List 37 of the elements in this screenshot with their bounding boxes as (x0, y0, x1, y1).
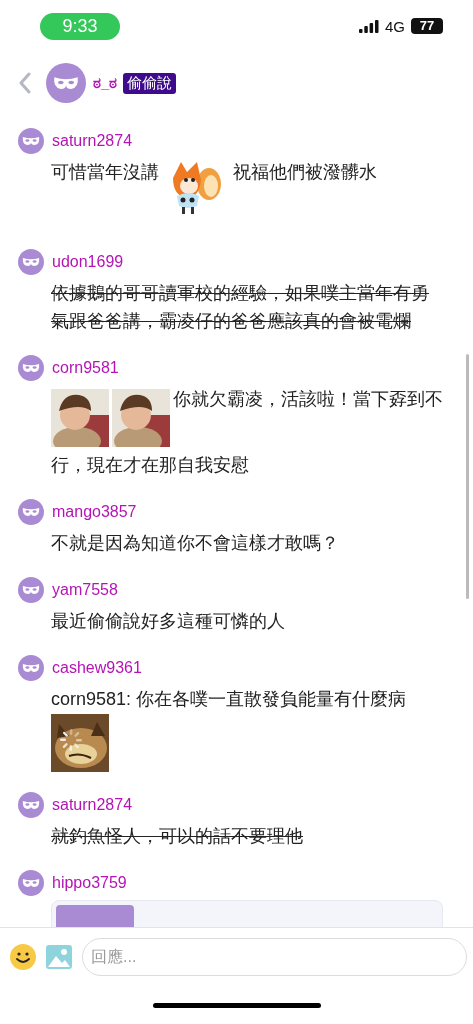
message-text: corn9581: 你在各噗一直散發負能量有什麼病 (51, 689, 407, 709)
message-text: 可惜當年沒講 (51, 162, 159, 182)
back-icon[interactable] (18, 72, 32, 94)
message-text: 最近偷偷說好多這種可憐的人 (51, 611, 285, 631)
username[interactable]: mango3857 (52, 503, 137, 521)
message-text: 不就是因為知道你不會這樣才敢嗎？ (51, 533, 339, 553)
message-text: 行，現在才在那自我安慰 (51, 454, 250, 477)
image-icon[interactable] (46, 945, 72, 969)
username[interactable]: saturn2874 (52, 132, 133, 150)
status-time: 9:33 (40, 12, 120, 40)
battery-level: 77 (411, 18, 443, 34)
loading-spinner-icon (59, 728, 83, 752)
message-text: 就釣魚怪人，可以的話不要理他 (51, 826, 303, 846)
mask-icon (53, 75, 79, 91)
message-text: 依據鵝的哥哥讀軍校的經驗，如果噗主當年有勇氣跟爸爸講，霸凌仔的爸爸應該真的會被電爛 (51, 283, 429, 331)
username[interactable]: cashew9361 (52, 659, 142, 677)
username[interactable]: saturn2874 (52, 796, 133, 814)
mask-icon (22, 663, 40, 673)
poster-name: ಠ_ಠ (93, 74, 118, 92)
username[interactable]: yam7558 (52, 581, 118, 599)
mask-icon (22, 363, 40, 373)
message-text: 你就欠霸凌，活該啦！當下孬到不 (173, 388, 443, 411)
mask-icon (22, 800, 40, 810)
mask-icon (22, 507, 40, 517)
username[interactable]: hippo3759 (52, 874, 127, 892)
mask-icon (22, 878, 40, 888)
message-text: 祝福他們被潑髒水 (233, 162, 377, 182)
anonymous-badge: 偷偷說 (123, 72, 177, 94)
mask-icon (22, 136, 40, 146)
network-label: 4G (385, 17, 405, 35)
signal-icon (359, 19, 379, 33)
emoji-icon[interactable] (10, 944, 36, 970)
reply-input-field[interactable]: 回應... (82, 938, 467, 976)
username[interactable]: corn9581 (52, 359, 119, 377)
mask-icon (22, 257, 40, 267)
username[interactable]: udon1699 (52, 253, 124, 271)
mask-icon (22, 585, 40, 595)
